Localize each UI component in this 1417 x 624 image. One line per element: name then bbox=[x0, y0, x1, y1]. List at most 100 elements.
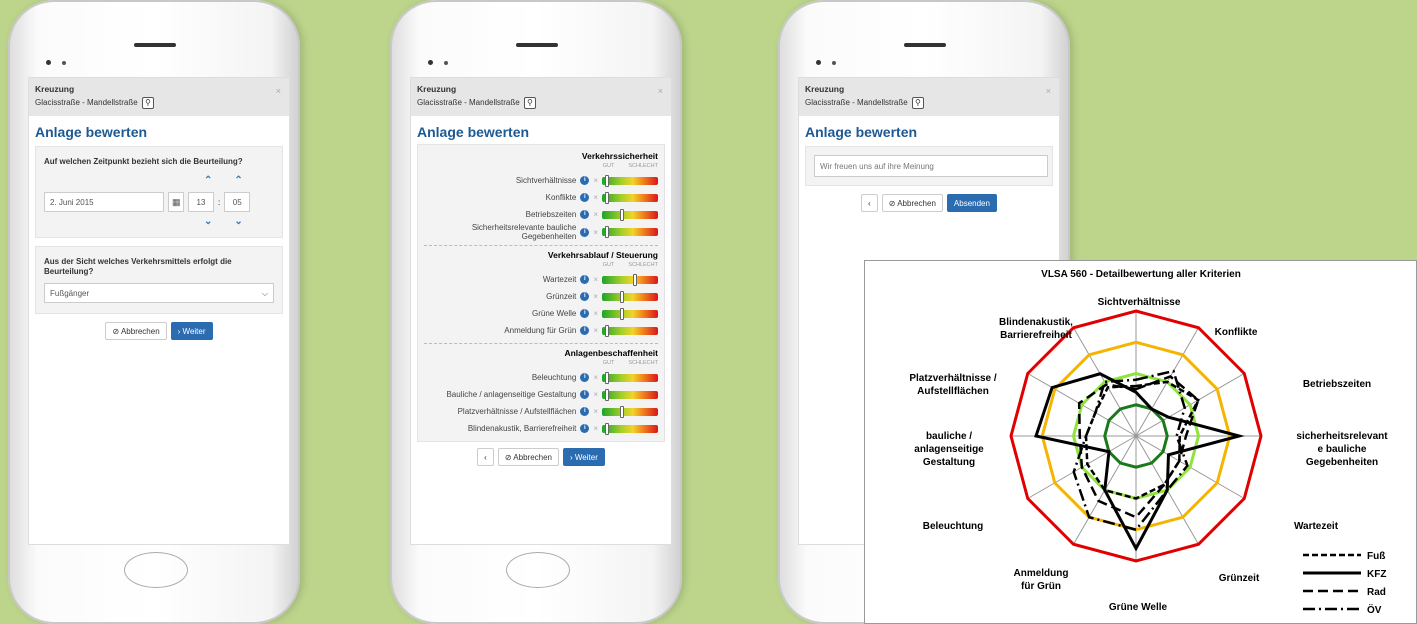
clear-icon[interactable]: × bbox=[593, 193, 598, 202]
criterion-row: Beleuchtung i × bbox=[424, 369, 658, 386]
clear-icon[interactable]: × bbox=[593, 275, 598, 284]
bad-label: SCHLECHT bbox=[628, 262, 658, 268]
home-button[interactable] bbox=[124, 552, 188, 588]
info-icon[interactable]: i bbox=[580, 292, 590, 301]
axis-label: Grüne Welle bbox=[1109, 602, 1168, 613]
rating-slider[interactable] bbox=[602, 226, 658, 238]
hour-up-icon[interactable]: ⌃ bbox=[204, 175, 212, 186]
feedback-input[interactable] bbox=[814, 155, 1048, 177]
good-label: GUT bbox=[602, 262, 615, 268]
slider-handle[interactable] bbox=[604, 388, 609, 401]
rating-slider[interactable] bbox=[602, 290, 658, 303]
close-icon[interactable]: × bbox=[1046, 86, 1051, 96]
info-icon[interactable]: i bbox=[580, 407, 590, 416]
axis-label: bauliche / anlagenseitige Gestaltung bbox=[914, 431, 984, 468]
back-button[interactable]: ‹ bbox=[861, 194, 878, 212]
legend-label: ÖV bbox=[1367, 603, 1382, 616]
rating-slider[interactable] bbox=[602, 307, 658, 320]
info-icon[interactable]: i bbox=[580, 309, 590, 318]
location-pin-icon[interactable]: ⚲ bbox=[523, 97, 536, 109]
cancel-button[interactable]: ⊘ Abbrechen bbox=[881, 194, 943, 212]
rating-slider[interactable] bbox=[602, 324, 658, 337]
phone-2: Kreuzung Glacisstraße - Mandellstraße ⚲ … bbox=[390, 0, 682, 624]
clear-icon[interactable]: × bbox=[593, 373, 598, 382]
info-icon[interactable]: i bbox=[580, 275, 590, 284]
criterion-label: Grünzeit bbox=[546, 292, 577, 301]
slider-handle[interactable] bbox=[604, 422, 609, 435]
rating-slider[interactable] bbox=[602, 208, 658, 221]
rating-slider[interactable] bbox=[602, 174, 658, 187]
mode-value: Fußgänger bbox=[50, 289, 90, 298]
radar-chart: VLSA 560 - Detailbewertung aller Kriteri… bbox=[864, 260, 1417, 624]
cancel-button[interactable]: ⊘ Abbrechen bbox=[497, 448, 559, 466]
next-button[interactable]: › Weiter bbox=[170, 322, 213, 340]
criterion-row: Grünzeit i × bbox=[424, 288, 658, 305]
location-pin-icon[interactable]: ⚲ bbox=[911, 97, 924, 109]
clear-icon[interactable]: × bbox=[593, 326, 598, 335]
slider-handle[interactable] bbox=[604, 324, 609, 337]
hour-input[interactable]: 13 bbox=[188, 192, 214, 212]
next-button[interactable]: › Weiter bbox=[563, 448, 605, 466]
clear-icon[interactable]: × bbox=[593, 228, 598, 237]
slider-handle[interactable] bbox=[633, 273, 638, 286]
info-icon[interactable]: i bbox=[580, 227, 590, 237]
info-icon[interactable]: i bbox=[580, 424, 590, 433]
slider-handle[interactable] bbox=[620, 405, 625, 418]
mode-select[interactable]: Fußgänger ⌵ bbox=[44, 283, 274, 303]
rating-slider[interactable] bbox=[602, 273, 658, 286]
criterion-row: Platzverhältnisse / Aufstellflächen i × bbox=[424, 403, 658, 420]
legend-label: KFZ bbox=[1367, 569, 1386, 580]
info-icon[interactable]: i bbox=[580, 176, 590, 185]
calendar-icon[interactable]: ▦ bbox=[168, 192, 184, 212]
clear-icon[interactable]: × bbox=[593, 210, 598, 219]
criterion-label: Platzverhältnisse / Aufstellflächen bbox=[457, 407, 577, 416]
clear-icon[interactable]: × bbox=[593, 292, 598, 301]
clear-icon[interactable]: × bbox=[593, 309, 598, 318]
criterion-row: Betriebszeiten i × bbox=[424, 206, 658, 223]
slider-handle[interactable] bbox=[620, 307, 625, 320]
rating-slider[interactable] bbox=[602, 422, 658, 435]
clear-icon[interactable]: × bbox=[593, 390, 598, 399]
hour-down-icon[interactable]: ⌄ bbox=[204, 216, 212, 227]
info-icon[interactable]: i bbox=[580, 210, 590, 219]
slider-handle[interactable] bbox=[604, 191, 609, 204]
slider-handle[interactable] bbox=[620, 208, 625, 221]
minute-down-icon[interactable]: ⌄ bbox=[234, 216, 242, 227]
location-pin-icon[interactable]: ⚲ bbox=[141, 97, 154, 109]
section-divider bbox=[424, 245, 658, 246]
rating-slider[interactable] bbox=[602, 371, 658, 384]
minute-up-icon[interactable]: ⌃ bbox=[234, 175, 242, 186]
info-icon[interactable]: i bbox=[580, 373, 590, 382]
back-button[interactable]: ‹ bbox=[477, 448, 494, 466]
slider-handle[interactable] bbox=[604, 226, 609, 238]
info-icon[interactable]: i bbox=[580, 193, 590, 202]
close-icon[interactable]: × bbox=[658, 86, 663, 96]
slider-handle[interactable] bbox=[620, 290, 625, 303]
rating-slider[interactable] bbox=[602, 388, 658, 401]
bad-label: SCHLECHT bbox=[628, 163, 658, 169]
legend-label: Fuß bbox=[1367, 551, 1385, 562]
time-question: Auf welchen Zeitpunkt bezieht sich die B… bbox=[44, 157, 243, 166]
time-panel: Auf welchen Zeitpunkt bezieht sich die B… bbox=[35, 146, 283, 238]
clear-icon[interactable]: × bbox=[593, 407, 598, 416]
cancel-button[interactable]: ⊘ Abbrechen bbox=[105, 322, 167, 340]
date-input[interactable]: 2. Juni 2015 bbox=[44, 192, 164, 212]
home-button[interactable] bbox=[506, 552, 570, 588]
slider-handle[interactable] bbox=[604, 174, 609, 187]
criterion-row: Grüne Welle i × bbox=[424, 305, 658, 322]
slider-handle[interactable] bbox=[604, 371, 609, 384]
minute-input[interactable]: 05 bbox=[224, 192, 251, 212]
header: Kreuzung Glacisstraße - Mandellstraße ⚲ … bbox=[799, 78, 1059, 116]
clear-icon[interactable]: × bbox=[593, 424, 598, 433]
rating-slider[interactable] bbox=[602, 405, 658, 418]
criteria-list: Verkehrssicherheit GUT SCHLECHT Sichtverhäl… bbox=[424, 151, 658, 437]
axis-label: Betriebszeiten bbox=[1303, 379, 1371, 390]
info-icon[interactable]: i bbox=[580, 390, 590, 399]
header: Kreuzung Glacisstraße - Mandellstraße ⚲ … bbox=[29, 78, 289, 116]
submit-button[interactable]: Absenden bbox=[946, 194, 997, 212]
rating-slider[interactable] bbox=[602, 191, 658, 204]
info-icon[interactable]: i bbox=[580, 326, 590, 335]
chart-title: VLSA 560 - Detailbewertung aller Kriteri… bbox=[1041, 269, 1241, 280]
close-icon[interactable]: × bbox=[276, 86, 281, 96]
clear-icon[interactable]: × bbox=[593, 176, 598, 185]
